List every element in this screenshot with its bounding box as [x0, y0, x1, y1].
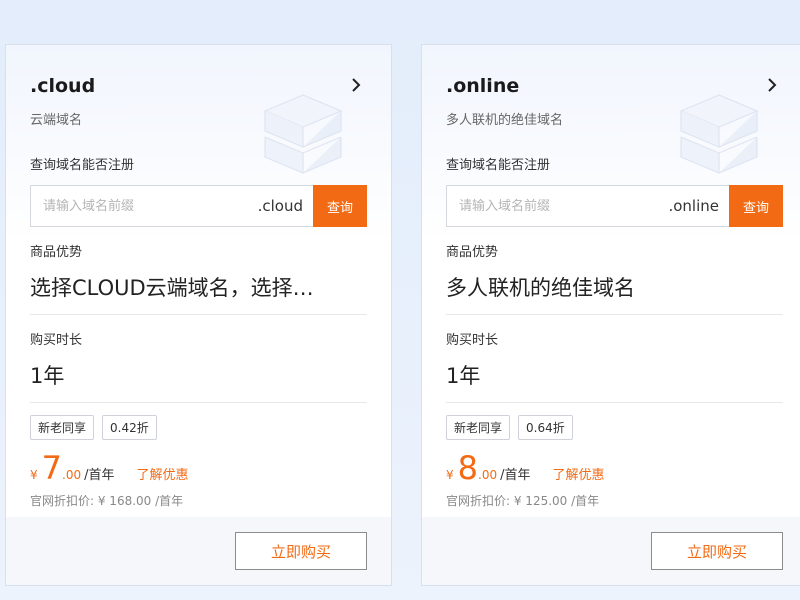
price-integer: 7: [41, 449, 62, 487]
original-price: 官网折扣价: ¥ 168.00 /首年: [30, 494, 184, 508]
duration-label: 购买时长: [30, 333, 83, 348]
promo-link[interactable]: 了解优惠: [552, 464, 604, 483]
query-label: 查询域名能否注册: [30, 158, 135, 173]
domain-search-box: .online 查询: [446, 185, 783, 227]
domain-suffix: .online: [668, 197, 719, 215]
card-header: .online: [446, 45, 783, 107]
duration-value: 1年: [446, 360, 783, 403]
domain-prefix-input[interactable]: [447, 186, 669, 226]
price-unit: /首年: [500, 468, 531, 483]
domain-suffix: .cloud: [257, 197, 303, 215]
advantage-label: 商品优势: [30, 245, 83, 260]
price-row: ¥ 7 .00 /首年 了解优惠: [30, 452, 367, 486]
advantage-label: 商品优势: [446, 245, 499, 260]
query-label: 查询域名能否注册: [446, 158, 551, 173]
domain-search-box: .cloud 查询: [30, 185, 367, 227]
card-body: .online 多人联机的绝佳域名 查询域名能否注册 .online 查询 商品…: [422, 45, 800, 517]
price-row: ¥ 8 .00 /首年 了解优惠: [446, 452, 783, 486]
advantage-value: 选择CLOUD云端域名，选择…: [30, 272, 367, 315]
price-decimal: .00: [478, 468, 498, 482]
tag-discount: 0.64折: [518, 415, 573, 440]
domain-card-online: .online 多人联机的绝佳域名 查询域名能否注册 .online 查询 商品…: [421, 44, 800, 586]
duration-label: 购买时长: [446, 333, 499, 348]
card-subtitle: 多人联机的绝佳域名: [446, 113, 564, 128]
original-price: 官网折扣价: ¥ 125.00 /首年: [446, 494, 600, 508]
buy-now-button[interactable]: 立即购买: [651, 532, 783, 570]
price-unit: /首年: [84, 468, 115, 483]
price-currency: ¥: [446, 468, 454, 482]
card-body: .cloud 云端域名 查询域名能否注册 .cloud 查询 商品优势 选择CL…: [6, 45, 391, 517]
card-header: .cloud: [30, 45, 367, 107]
tag-new-old: 新老同享: [30, 415, 95, 440]
chevron-right-icon[interactable]: [765, 77, 779, 93]
chevron-right-icon[interactable]: [349, 77, 363, 93]
card-footer: 立即购买: [422, 517, 800, 585]
card-footer: 立即购买: [6, 517, 391, 585]
advantage-value: 多人联机的绝佳域名: [446, 272, 783, 315]
price-integer: 8: [457, 449, 478, 487]
domain-card-cloud: .cloud 云端域名 查询域名能否注册 .cloud 查询 商品优势 选择CL…: [5, 44, 392, 586]
card-subtitle: 云端域名: [30, 113, 83, 128]
domain-prefix-input[interactable]: [31, 186, 258, 226]
tag-new-old: 新老同享: [446, 415, 511, 440]
duration-value: 1年: [30, 360, 367, 403]
tag-discount: 0.42折: [102, 415, 157, 440]
price-currency: ¥: [30, 468, 38, 482]
card-title: .cloud: [30, 75, 96, 97]
tag-list: 新老同享 0.64折: [446, 415, 783, 440]
tag-list: 新老同享 0.42折: [30, 415, 367, 440]
query-button[interactable]: 查询: [313, 185, 367, 227]
price-decimal: .00: [62, 468, 82, 482]
card-title: .online: [446, 75, 520, 97]
query-button[interactable]: 查询: [729, 185, 783, 227]
buy-now-button[interactable]: 立即购买: [235, 532, 367, 570]
promo-link[interactable]: 了解优惠: [136, 464, 188, 483]
